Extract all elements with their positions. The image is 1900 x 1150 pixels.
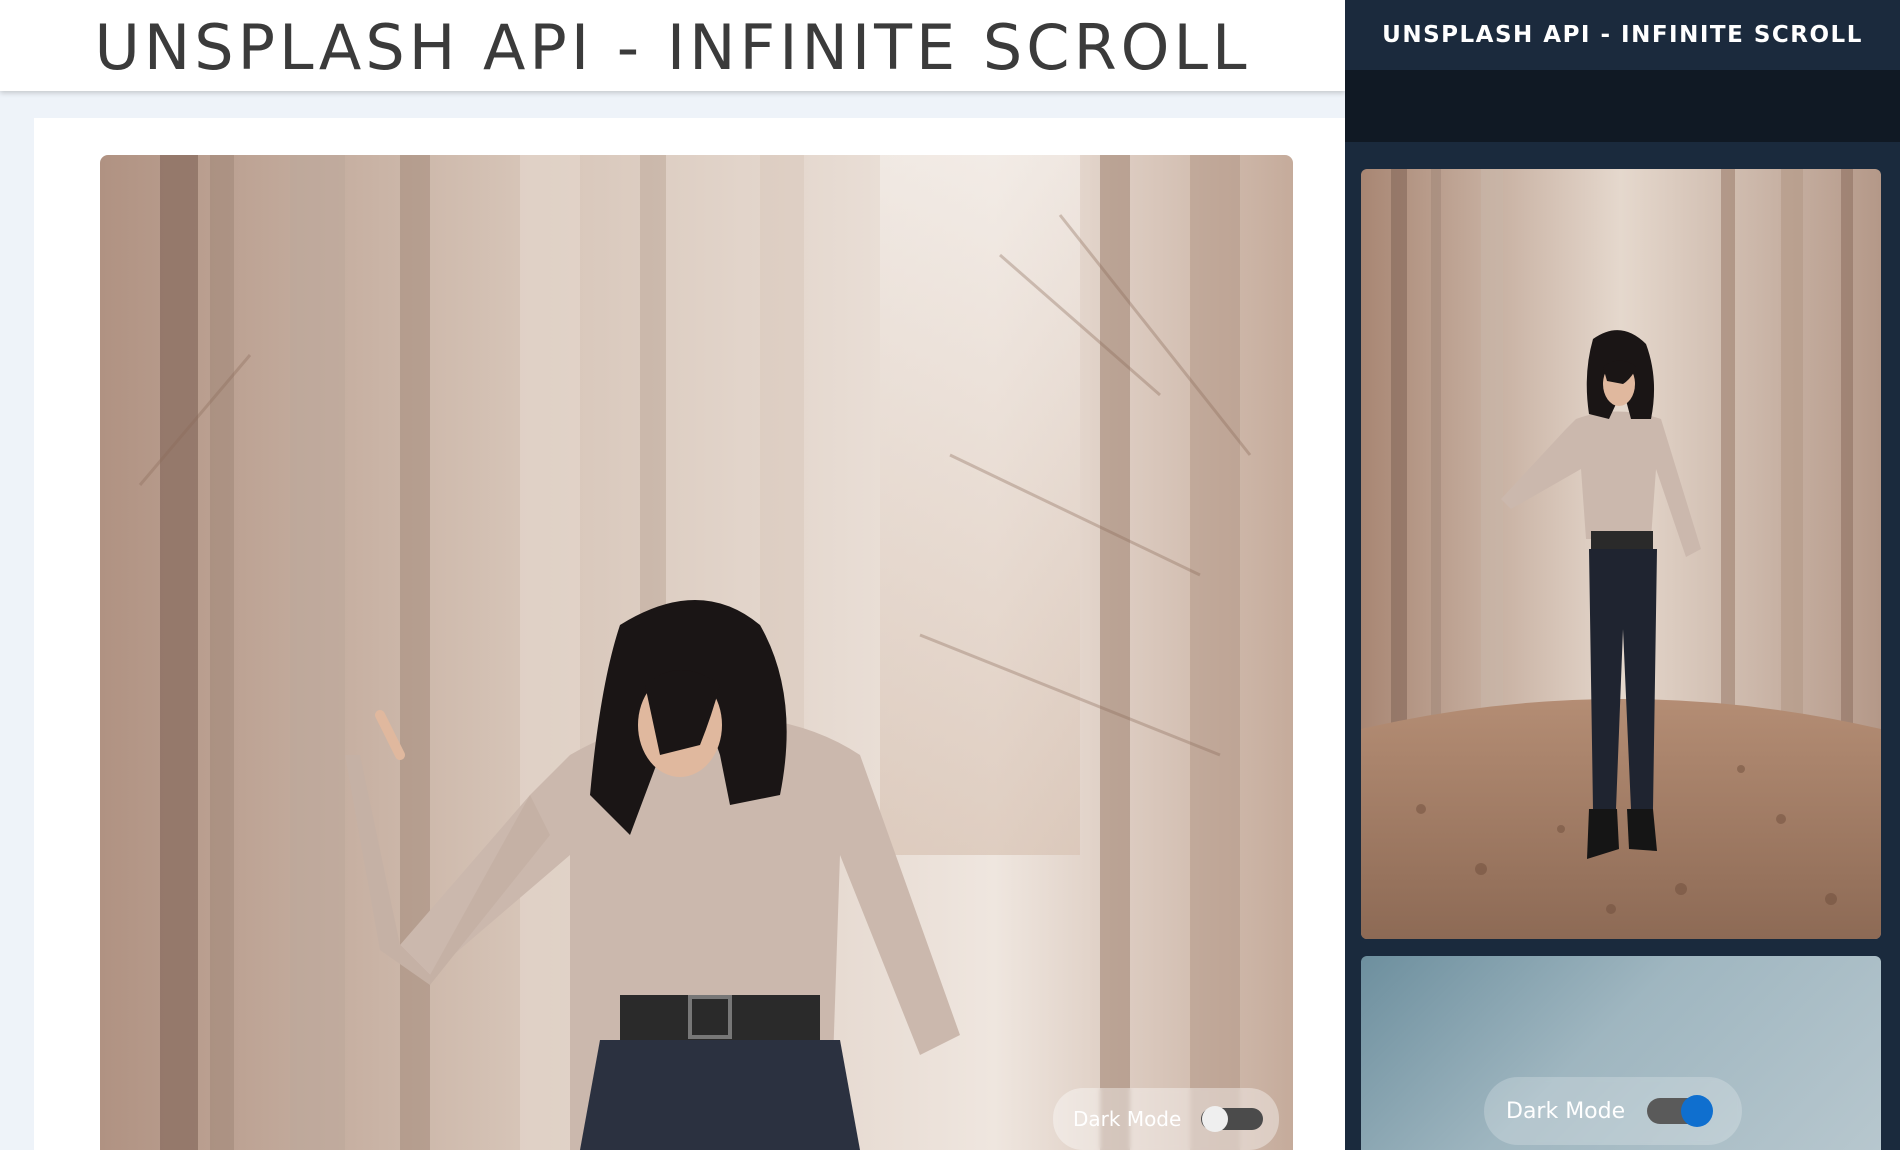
dark-mode-label: Dark Mode: [1506, 1098, 1626, 1124]
dark-mode-toggle[interactable]: Dark Mode: [1053, 1088, 1279, 1150]
page-title-dark: UNSPLASH API - INFINITE SCROLL: [1382, 22, 1863, 48]
dark-mode-switch[interactable]: [1647, 1095, 1714, 1127]
page: UNSPLASH API - INFINITE SCROLL Dark Mode…: [0, 0, 1900, 1150]
dark-mode-switch[interactable]: [1201, 1106, 1264, 1132]
dark-mode-toggle-dark[interactable]: Dark Mode: [1484, 1077, 1742, 1145]
page-title: UNSPLASH API - INFINITE SCROLL: [94, 11, 1251, 84]
dark-header: UNSPLASH API - INFINITE SCROLL: [1345, 0, 1900, 70]
light-mode-view: UNSPLASH API - INFINITE SCROLL Dark Mode: [0, 0, 1345, 1150]
switch-knob: [1202, 1106, 1229, 1132]
dark-mode-label: Dark Mode: [1073, 1107, 1182, 1131]
light-header: UNSPLASH API - INFINITE SCROLL: [0, 0, 1345, 91]
switch-knob: [1681, 1095, 1714, 1127]
photo-woman-in-forest: [1361, 169, 1881, 939]
header-spacer: [1345, 70, 1900, 142]
unsplash-photo[interactable]: [100, 155, 1293, 1150]
dark-mode-view: UNSPLASH API - INFINITE SCROLL Dark Mode: [1345, 0, 1900, 1150]
photo-woman-in-forest: [100, 155, 1293, 1150]
unsplash-photo-dark[interactable]: [1361, 169, 1881, 939]
